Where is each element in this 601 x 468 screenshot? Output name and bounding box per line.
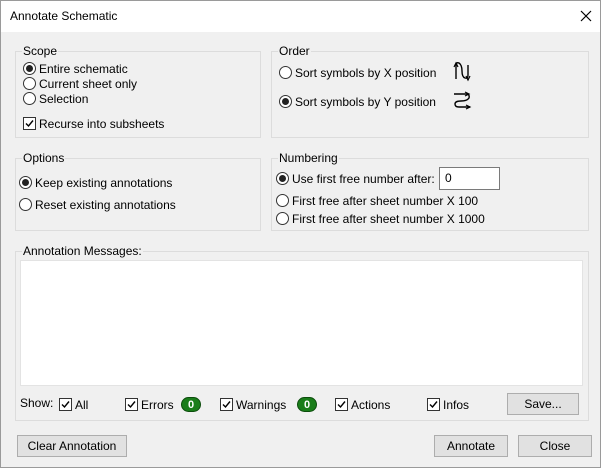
checkbox-indicator[interactable]	[427, 398, 440, 411]
scope-title: Scope	[22, 44, 59, 58]
checkbox-indicator[interactable]	[125, 398, 138, 411]
messages-title: Annotation Messages:	[22, 244, 143, 258]
filter-warnings-checkbox[interactable]: Warnings	[220, 397, 286, 412]
radio-indicator[interactable]	[279, 66, 292, 79]
scope-entire-label: Entire schematic	[39, 61, 128, 76]
first-free-number-input[interactable]: 0	[439, 167, 500, 190]
radio-indicator[interactable]	[23, 77, 36, 90]
first-free-x1000-radio[interactable]: First free after sheet number X 1000	[276, 211, 485, 226]
radio-indicator[interactable]	[276, 172, 289, 185]
clear-annotation-button[interactable]: Clear Annotation	[17, 435, 127, 457]
sort-x-icon	[451, 59, 473, 86]
window-title: Annotate Schematic	[10, 9, 118, 23]
checkbox-indicator[interactable]	[23, 117, 36, 130]
keep-annotations-radio[interactable]: Keep existing annotations	[19, 175, 172, 190]
options-group: Options	[15, 151, 261, 231]
close-icon[interactable]	[575, 6, 597, 26]
errors-count-badge: 0	[181, 397, 201, 412]
reset-annotations-label: Reset existing annotations	[35, 197, 176, 212]
sort-x-radio[interactable]: Sort symbols by X position	[279, 65, 436, 80]
scope-selection-label: Selection	[39, 91, 89, 106]
use-first-free-radio[interactable]: Use first free number after:	[276, 171, 435, 186]
warnings-count-badge: 0	[297, 397, 317, 412]
sort-y-label: Sort symbols by Y position	[295, 94, 436, 109]
use-first-free-label: Use first free number after:	[292, 171, 435, 186]
save-messages-button[interactable]: Save...	[507, 393, 579, 415]
scope-entire-radio[interactable]: Entire schematic	[23, 61, 128, 76]
checkbox-indicator[interactable]	[220, 398, 233, 411]
annotate-dialog: Annotate Schematic Scope Entire schemati…	[0, 0, 601, 468]
scope-current-sheet-radio[interactable]: Current sheet only	[23, 76, 137, 91]
filter-all-checkbox[interactable]: All	[59, 397, 88, 412]
filter-actions-label: Actions	[351, 397, 391, 412]
options-title: Options	[22, 151, 66, 165]
sort-y-radio[interactable]: Sort symbols by Y position	[279, 94, 436, 109]
show-label: Show:	[20, 396, 54, 410]
radio-indicator[interactable]	[23, 62, 36, 75]
title-bar: Annotate Schematic	[1, 1, 600, 32]
reset-annotations-radio[interactable]: Reset existing annotations	[19, 197, 176, 212]
filter-infos-checkbox[interactable]: Infos	[427, 397, 469, 412]
sort-y-icon	[451, 89, 473, 116]
messages-list[interactable]	[20, 260, 583, 386]
radio-indicator[interactable]	[276, 194, 289, 207]
first-free-x100-radio[interactable]: First free after sheet number X 100	[276, 193, 478, 208]
first-free-x100-label: First free after sheet number X 100	[292, 193, 479, 208]
checkbox-indicator[interactable]	[335, 398, 348, 411]
keep-annotations-label: Keep existing annotations	[35, 175, 173, 190]
recurse-subsheets-label: Recurse into subsheets	[39, 116, 165, 131]
checkbox-indicator[interactable]	[59, 398, 72, 411]
order-title: Order	[278, 44, 311, 58]
radio-indicator[interactable]	[279, 95, 292, 108]
filter-actions-checkbox[interactable]: Actions	[335, 397, 390, 412]
filter-errors-label: Errors	[141, 397, 174, 412]
radio-indicator[interactable]	[19, 176, 32, 189]
filter-all-label: All	[75, 397, 89, 412]
close-button[interactable]: Close	[518, 435, 592, 457]
radio-indicator[interactable]	[19, 198, 32, 211]
filter-warnings-label: Warnings	[236, 397, 287, 412]
scope-current-sheet-label: Current sheet only	[39, 76, 138, 91]
radio-indicator[interactable]	[276, 212, 289, 225]
scope-selection-radio[interactable]: Selection	[23, 91, 88, 106]
filter-infos-label: Infos	[443, 397, 470, 412]
radio-indicator[interactable]	[23, 92, 36, 105]
sort-x-label: Sort symbols by X position	[295, 65, 437, 80]
numbering-title: Numbering	[278, 151, 339, 165]
filter-errors-checkbox[interactable]: Errors	[125, 397, 174, 412]
first-free-x1000-label: First free after sheet number X 1000	[292, 211, 485, 226]
annotate-button[interactable]: Annotate	[434, 435, 508, 457]
recurse-subsheets-checkbox[interactable]: Recurse into subsheets	[23, 116, 164, 131]
